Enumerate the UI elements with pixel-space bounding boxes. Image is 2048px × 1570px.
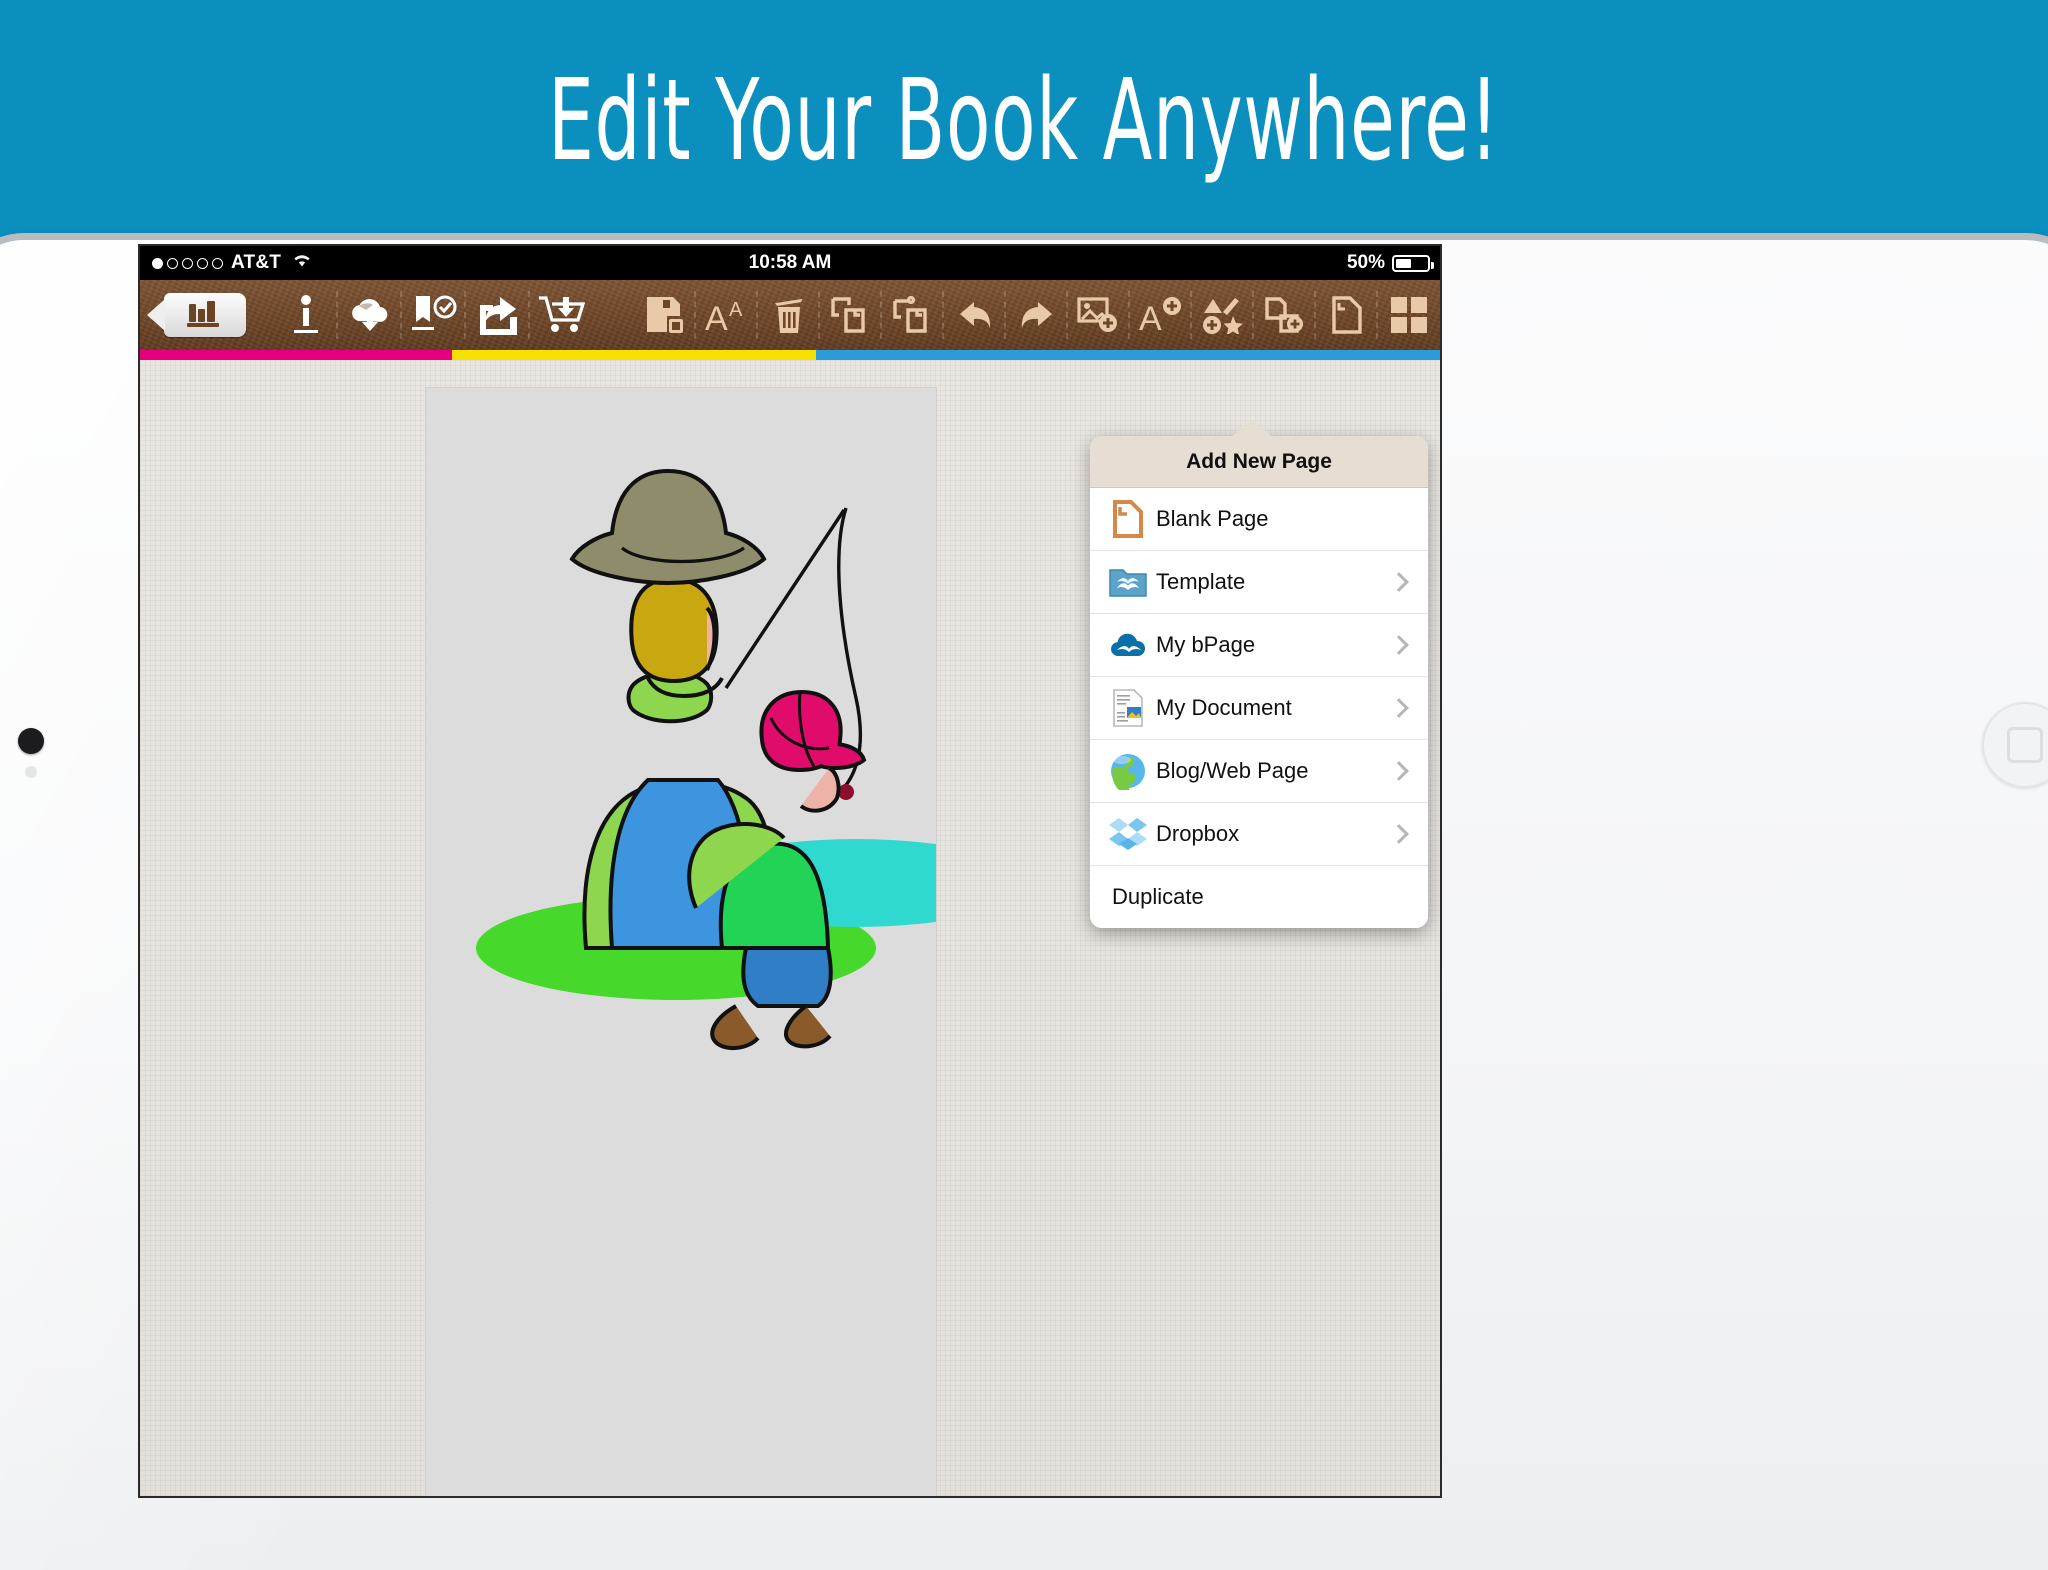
popup-title: Add New Page — [1090, 436, 1428, 488]
page-button[interactable] — [1316, 285, 1378, 345]
front-camera-icon — [18, 728, 44, 754]
svg-text:A: A — [705, 300, 728, 334]
share-button[interactable] — [466, 285, 530, 345]
toolbar-left-group — [140, 280, 594, 350]
chevron-right-icon — [1389, 698, 1409, 718]
copy-button[interactable] — [820, 285, 882, 345]
svg-text:A: A — [729, 299, 743, 321]
cloud-upload-button[interactable] — [338, 285, 402, 345]
add-image-button[interactable] — [1068, 285, 1130, 345]
menu-item-label: Template — [1156, 569, 1246, 594]
battery-percent-label: 50% — [1346, 252, 1385, 273]
add-new-page-popup: Add New Page Blank Page Template My bPag… — [1090, 436, 1428, 928]
popup-arrow — [1230, 420, 1274, 438]
add-page-button[interactable] — [1254, 285, 1316, 345]
document-icon — [1100, 688, 1156, 728]
menu-item-my-bpage[interactable]: My bPage — [1090, 614, 1428, 677]
library-button[interactable] — [147, 293, 246, 337]
tablet-screen: AT&T 10:58 AM 50% A A A Add New Page Bla… — [140, 246, 1440, 1496]
globe-icon — [1100, 752, 1156, 790]
menu-item-template[interactable]: Template — [1090, 551, 1428, 614]
menu-item-label: My Document — [1156, 695, 1292, 720]
ambient-sensor-icon — [25, 766, 37, 778]
chevron-right-icon — [1389, 635, 1409, 655]
status-bar: AT&T 10:58 AM 50% — [140, 246, 1440, 280]
clock-label: 10:58 AM — [748, 252, 832, 273]
template-folder-icon — [1100, 564, 1156, 600]
color-strip — [140, 350, 1440, 360]
dropbox-icon — [1100, 815, 1156, 853]
store-button[interactable] — [530, 285, 594, 345]
redo-button[interactable] — [1006, 285, 1068, 345]
book-page[interactable] — [426, 388, 936, 1496]
menu-item-label: Duplicate — [1112, 884, 1204, 909]
editor-toolbar: AA A — [140, 280, 1440, 350]
chevron-right-icon — [1389, 572, 1409, 592]
banner-title: Edit Your Book Anywhere! — [548, 56, 1500, 186]
popup-item-list: Blank Page Template My bPage My Document… — [1090, 488, 1428, 928]
undo-button[interactable] — [944, 285, 1006, 345]
menu-item-label: Blog/Web Page — [1156, 758, 1309, 783]
editor-canvas[interactable]: Add New Page Blank Page Template My bPag… — [140, 360, 1440, 1496]
publish-button[interactable] — [402, 285, 466, 345]
menu-item-blank-page[interactable]: Blank Page — [1090, 488, 1428, 551]
marketing-banner: Edit Your Book Anywhere! — [0, 0, 2048, 248]
menu-item-label: Dropbox — [1156, 821, 1240, 846]
screenshot-stage: Edit Your Book Anywhere! AT&T 10:58 AM 5… — [0, 0, 2048, 1570]
menu-item-duplicate[interactable]: Duplicate — [1090, 866, 1428, 928]
menu-item-blog-web-page[interactable]: Blog/Web Page — [1090, 740, 1428, 803]
chevron-right-icon — [1389, 761, 1409, 781]
battery-icon — [1392, 254, 1434, 272]
paste-button[interactable] — [882, 285, 944, 345]
add-text-button[interactable]: A — [1130, 285, 1192, 345]
tablet-device: AT&T 10:58 AM 50% A A A Add New Page Bla… — [0, 240, 2048, 1570]
delete-button[interactable] — [758, 285, 820, 345]
font-size-button[interactable]: AA — [696, 285, 758, 345]
menu-item-label: Blank Page — [1156, 506, 1269, 531]
info-button[interactable] — [274, 285, 338, 345]
menu-item-my-document[interactable]: My Document — [1090, 677, 1428, 740]
toolbar-right-group: AA A — [634, 280, 1440, 350]
svg-text:A: A — [1139, 300, 1162, 334]
illustration-fishing — [476, 468, 936, 1050]
menu-item-dropbox[interactable]: Dropbox — [1090, 803, 1428, 866]
bpage-cloud-icon — [1100, 630, 1156, 660]
home-button[interactable] — [1982, 702, 2048, 788]
save-button[interactable] — [634, 285, 696, 345]
home-square-icon — [2007, 727, 2043, 763]
menu-item-label: My bPage — [1156, 632, 1256, 657]
blank-page-icon — [1100, 499, 1156, 539]
status-bar-right: 50% — [1346, 252, 1434, 274]
add-shape-button[interactable] — [1192, 285, 1254, 345]
chevron-right-icon — [1389, 824, 1409, 844]
grid-button[interactable] — [1378, 285, 1440, 345]
